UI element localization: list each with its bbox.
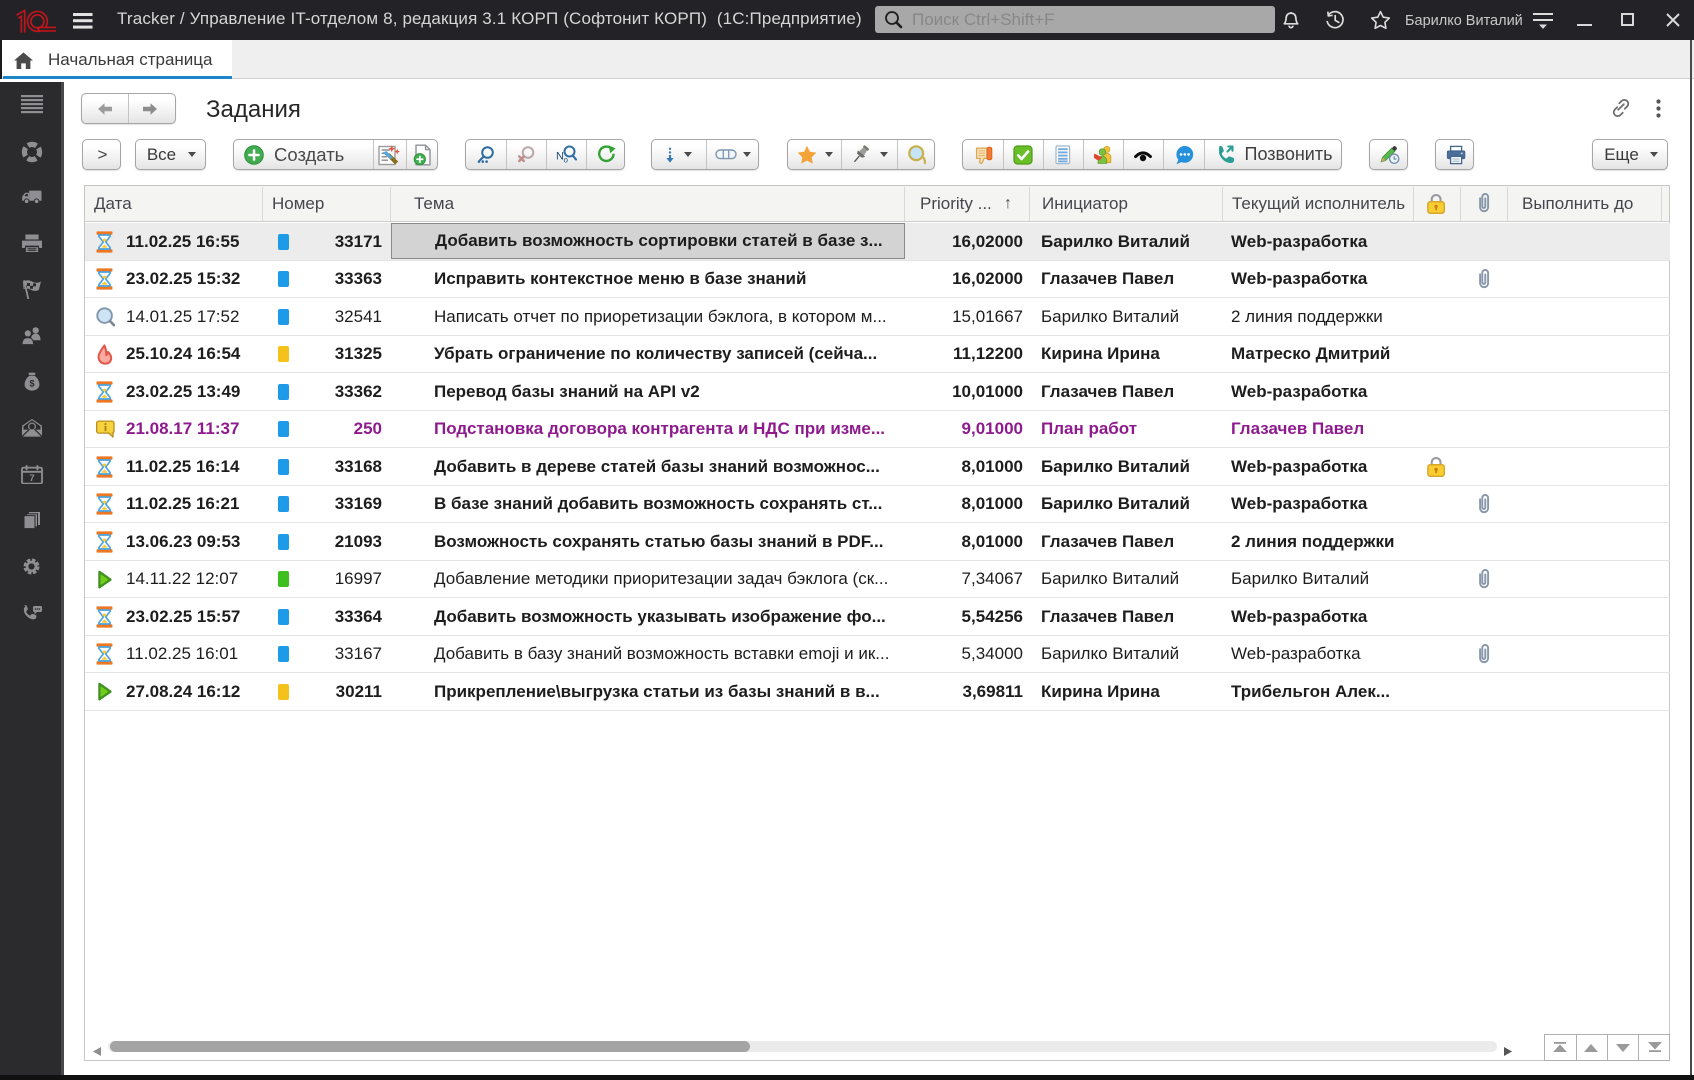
svg-text:7: 7 <box>29 473 34 484</box>
svg-text:$: $ <box>29 379 34 389</box>
